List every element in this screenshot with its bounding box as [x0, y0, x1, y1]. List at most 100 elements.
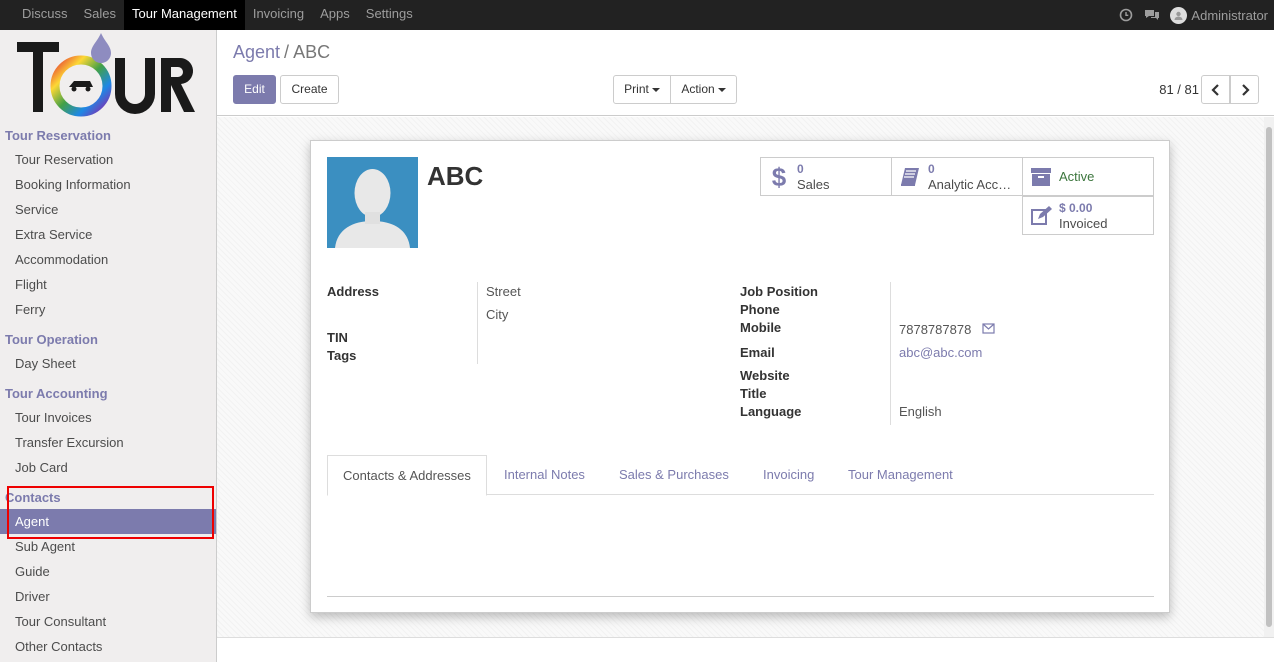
- chat-icon[interactable]: [1144, 7, 1160, 23]
- language-label: Language: [740, 404, 802, 419]
- contact-photo[interactable]: [327, 157, 418, 248]
- create-button[interactable]: Create: [280, 75, 339, 104]
- website-label: Website: [740, 368, 790, 383]
- tab-internal-notes[interactable]: Internal Notes: [489, 455, 600, 495]
- menu-invoicing[interactable]: Invoicing: [245, 0, 312, 30]
- breadcrumb: Agent / ABC: [233, 42, 330, 63]
- tour-logo[interactable]: [15, 32, 200, 118]
- form-sheet: ABC $ 0 Sales 0 Analytic Acc… Active $ 0.0…: [310, 140, 1170, 613]
- scrollbar-thumb[interactable]: [1266, 127, 1272, 627]
- title-label: Title: [740, 386, 767, 401]
- action-dropdown[interactable]: Action: [670, 75, 737, 104]
- sidebar-item-tour-invoices[interactable]: Tour Invoices: [0, 405, 216, 430]
- section-tour-operation: Tour Operation: [5, 332, 98, 347]
- section-tour-accounting: Tour Accounting: [5, 386, 108, 401]
- scrollbar[interactable]: [1264, 117, 1274, 637]
- menu-tour-management[interactable]: Tour Management: [124, 0, 245, 30]
- menu-apps[interactable]: Apps: [312, 0, 358, 30]
- sidebar-item-service[interactable]: Service: [0, 197, 216, 222]
- pager-previous-button[interactable]: [1201, 75, 1230, 104]
- menu-settings[interactable]: Settings: [358, 0, 421, 30]
- chevron-down-icon: [651, 87, 660, 92]
- tab-invoicing[interactable]: Invoicing: [748, 455, 829, 495]
- user-name: Administrator: [1191, 7, 1268, 23]
- sidebar-item-tour-reservation[interactable]: Tour Reservation: [0, 147, 216, 172]
- tin-label: TIN: [327, 330, 348, 345]
- app-menu: Discuss Sales Tour Management Invoicing …: [14, 0, 421, 30]
- user-menu[interactable]: Administrator: [1170, 6, 1268, 24]
- notebook-tabs: Contacts & Addresses Internal Notes Sale…: [327, 455, 1154, 496]
- archive-icon: [1023, 167, 1059, 187]
- breadcrumb-parent[interactable]: Agent: [233, 42, 280, 62]
- analytic-account-smart-button[interactable]: 0 Analytic Acc…: [891, 157, 1023, 196]
- avatar: [1170, 6, 1188, 24]
- job-position-label: Job Position: [740, 284, 818, 299]
- analytic-count: 0: [928, 162, 935, 176]
- pager-next-button[interactable]: [1230, 75, 1259, 104]
- mobile-field: 7878787878: [899, 322, 972, 337]
- envelope-icon[interactable]: [982, 322, 995, 337]
- book-icon: [892, 166, 928, 188]
- section-tour-reservation: Tour Reservation: [5, 128, 111, 143]
- active-toggle-button[interactable]: Active: [1022, 157, 1154, 196]
- mobile-label: Mobile: [740, 320, 782, 335]
- phone-label: Phone: [740, 302, 780, 317]
- record-name: ABC: [427, 161, 484, 191]
- sidebar: Tour Reservation Tour Reservation Bookin…: [0, 30, 217, 662]
- field-divider: [477, 282, 478, 364]
- invoiced-amount: $ 0.00: [1059, 201, 1093, 215]
- language-field: English: [899, 404, 942, 419]
- chevron-left-icon: [1210, 83, 1219, 96]
- sidebar-item-ferry[interactable]: Ferry: [0, 297, 216, 322]
- highlight-box: [7, 486, 214, 539]
- action-label: Action: [681, 82, 715, 96]
- sidebar-item-driver[interactable]: Driver: [0, 584, 216, 609]
- edit-button[interactable]: Edit: [233, 75, 276, 104]
- breadcrumb-separator: /: [284, 42, 290, 62]
- sidebar-item-guide[interactable]: Guide: [0, 559, 216, 584]
- bottom-strip: [217, 637, 1274, 662]
- menu-discuss[interactable]: Discuss: [14, 0, 76, 30]
- tab-tour-management[interactable]: Tour Management: [833, 455, 968, 495]
- email-label: Email: [740, 345, 775, 360]
- systray: Administrator: [1118, 0, 1268, 30]
- breadcrumb-current: ABC: [293, 42, 331, 62]
- sidebar-item-transfer-excursion[interactable]: Transfer Excursion: [0, 430, 216, 455]
- sales-count: 0: [797, 162, 804, 176]
- dollar-icon: $: [761, 164, 797, 190]
- print-label: Print: [624, 82, 649, 96]
- tab-contacts-addresses[interactable]: Contacts & Addresses: [327, 455, 487, 496]
- city-field: City: [486, 307, 509, 322]
- sidebar-item-other-contacts[interactable]: Other Contacts: [0, 634, 216, 659]
- sidebar-item-accommodation[interactable]: Accommodation: [0, 247, 216, 272]
- top-navbar: Discuss Sales Tour Management Invoicing …: [0, 0, 1274, 30]
- chevron-down-icon: [717, 87, 726, 92]
- person-silhouette-icon: [335, 169, 410, 248]
- clock-icon[interactable]: [1118, 7, 1134, 23]
- invoiced-label: Invoiced: [1059, 216, 1108, 231]
- tab-sales-purchases[interactable]: Sales & Purchases: [604, 455, 744, 495]
- pager-value[interactable]: 81 / 81: [1159, 82, 1199, 97]
- sidebar-item-tour-consultant[interactable]: Tour Consultant: [0, 609, 216, 634]
- sales-smart-button[interactable]: $ 0 Sales: [760, 157, 892, 196]
- print-dropdown[interactable]: Print: [613, 75, 671, 104]
- chevron-right-icon: [1241, 83, 1250, 96]
- sidebar-item-booking-information[interactable]: Booking Information: [0, 172, 216, 197]
- address-label: Address: [327, 284, 380, 299]
- svg-text:$: $: [772, 164, 787, 190]
- sidebar-item-job-card[interactable]: Job Card: [0, 455, 216, 480]
- field-divider: [890, 282, 891, 425]
- pencil-square-icon: [1023, 205, 1059, 226]
- menu-sales[interactable]: Sales: [76, 0, 125, 30]
- active-label: Active: [1059, 169, 1095, 184]
- email-link[interactable]: abc@abc.com: [899, 345, 982, 360]
- sidebar-item-flight[interactable]: Flight: [0, 272, 216, 297]
- sidebar-item-day-sheet[interactable]: Day Sheet: [0, 351, 216, 376]
- invoiced-smart-button[interactable]: $ 0.00 Invoiced: [1022, 196, 1154, 235]
- sidebar-item-extra-service[interactable]: Extra Service: [0, 222, 216, 247]
- tags-label: Tags: [327, 348, 357, 363]
- control-panel: Agent / ABC Edit Create Print Action 81 / …: [217, 30, 1274, 116]
- divider: [327, 596, 1154, 597]
- sales-label: Sales: [797, 177, 830, 192]
- analytic-label: Analytic Acc…: [928, 177, 1012, 192]
